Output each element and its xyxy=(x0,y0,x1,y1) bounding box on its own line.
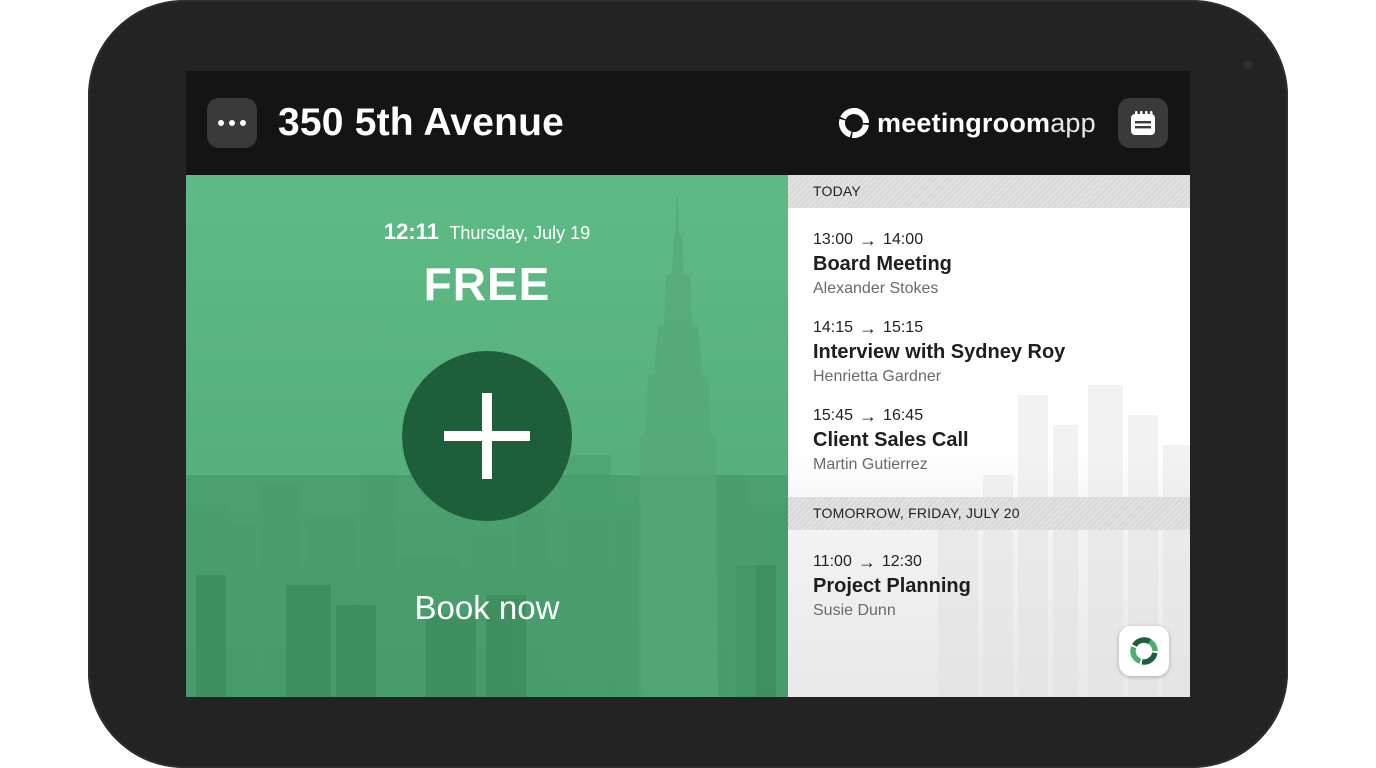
arrow-right-icon: → xyxy=(859,405,878,426)
availability-panel: 12:11 Thursday, July 19 FREE Book now xyxy=(186,175,788,697)
event-time: 11:00 → 12:30 xyxy=(813,551,922,572)
event-organizer: Susie Dunn xyxy=(813,602,896,619)
event-time: 14:15 → 15:15 xyxy=(813,317,924,338)
event-organizer: Martin Gutierrez xyxy=(813,456,928,473)
app-logo-button[interactable] xyxy=(1119,626,1169,676)
current-time: 12:11 xyxy=(383,219,439,244)
event-item[interactable]: 13:00 → 14:00 Board Meeting Alexander St… xyxy=(813,229,1183,298)
arrow-right-icon: → xyxy=(859,317,878,338)
meetingroomapp-logo-icon xyxy=(839,108,869,138)
menu-button[interactable] xyxy=(207,98,257,148)
arrow-right-icon: → xyxy=(859,229,878,250)
event-item[interactable]: 14:15 → 15:15 Interview with Sydney Roy … xyxy=(813,317,1183,386)
front-camera xyxy=(1242,59,1254,71)
event-item[interactable]: 11:00 → 12:30 Project Planning Susie Dun… xyxy=(813,551,1183,620)
plus-icon xyxy=(444,393,530,479)
event-organizer: Henrietta Gardner xyxy=(813,368,942,385)
calendar-button[interactable] xyxy=(1118,98,1168,148)
current-time-row: 12:11 Thursday, July 19 xyxy=(186,219,788,245)
event-title: Project Planning xyxy=(813,575,971,597)
day-header-tomorrow: TOMORROW, FRIDAY, JULY 20 xyxy=(788,497,1190,530)
book-now-label[interactable]: Book now xyxy=(186,589,788,627)
current-date: Thursday, July 19 xyxy=(449,223,591,243)
brand-logo: meetingroomapp xyxy=(839,105,1096,141)
event-title: Interview with Sydney Roy xyxy=(813,341,1066,363)
event-title: Board Meeting xyxy=(813,253,952,275)
arrow-right-icon: → xyxy=(857,551,876,572)
event-organizer: Alexander Stokes xyxy=(813,280,939,297)
calendar-icon xyxy=(1131,111,1155,135)
top-bar: 350 5th Avenue meetingroomapp xyxy=(186,71,1190,175)
event-time: 15:45 → 16:45 xyxy=(813,405,924,426)
ellipsis-icon xyxy=(218,120,246,126)
schedule-panel: TODAY 13:00 → 14:00 Board Meeting Alexan… xyxy=(788,175,1190,697)
room-display-screen: 350 5th Avenue meetingroomapp 12:11 Thur… xyxy=(186,71,1190,697)
event-title: Client Sales Call xyxy=(813,429,969,451)
room-status: FREE xyxy=(423,258,551,310)
book-now-button[interactable] xyxy=(402,351,572,521)
brand-wordmark: meetingroomapp xyxy=(877,108,1096,138)
meetingroomapp-logo-icon xyxy=(1130,637,1158,665)
event-time: 13:00 → 14:00 xyxy=(813,229,924,250)
room-name: 350 5th Avenue xyxy=(278,101,565,144)
day-header-today: TODAY xyxy=(788,175,1190,208)
event-item[interactable]: 15:45 → 16:45 Client Sales Call Martin G… xyxy=(813,405,1183,474)
